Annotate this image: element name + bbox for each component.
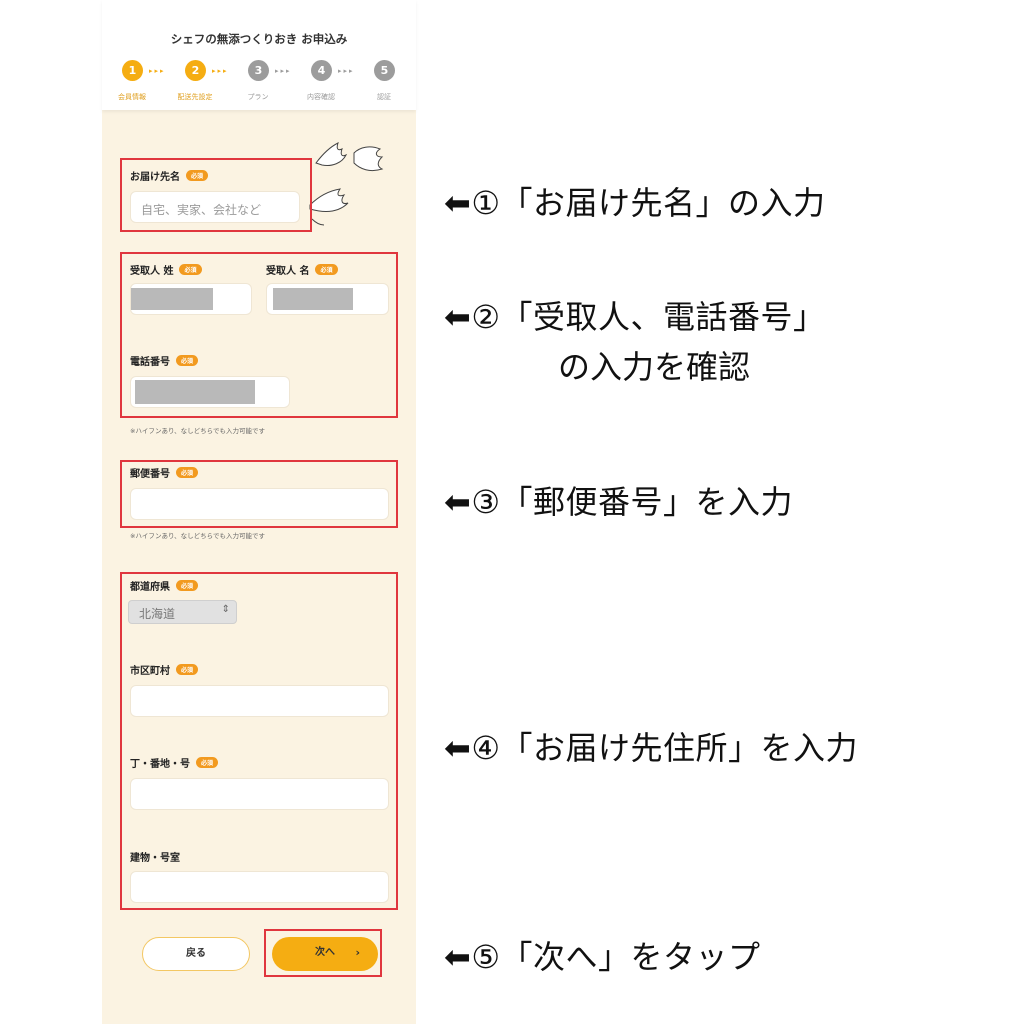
step-3-indicator: 3 [248,60,269,81]
highlight-box-1 [120,158,312,232]
step-2-indicator: 2 [185,60,206,81]
highlight-box-5 [264,929,382,977]
step-arrows: ▸▸▸ [149,67,166,75]
annotation-2: ⬅②「受取人、電話番号」 [444,298,826,336]
step-1-indicator: 1 [122,60,143,81]
annotation-5: ⬅⑤「次へ」をタップ [444,938,761,976]
step-arrows: ▸▸▸ [275,67,292,75]
header: シェフの無添つくりおき お申込み 1 ▸▸▸ 2 ▸▸▸ 3 ▸▸▸ 4 ▸▸▸… [102,0,416,110]
page-title: シェフの無添つくりおき お申込み [170,32,348,46]
step-1-label: 会員情報 [118,93,146,101]
back-button[interactable]: 戻る [142,937,250,971]
annotation-4: ⬅④「お届け先住所」を入力 [444,729,859,767]
highlight-box-2 [120,252,398,418]
step-5-label: 認証 [377,93,391,101]
phone-note: ※ハイフンあり、なしどちらでも入力可能です [130,427,265,435]
annotation-1: ⬅①「お届け先名」の入力 [444,184,826,222]
step-3-label: プラン [247,93,269,101]
step-5-indicator: 5 [374,60,395,81]
step-arrows: ▸▸▸ [338,67,355,75]
annotation-2-line2: の入力を確認 [558,348,751,386]
step-4-label: 内容確認 [307,93,335,101]
annotation-3: ⬅③「郵便番号」を入力 [444,483,794,521]
highlight-box-4 [120,572,398,910]
step-arrows: ▸▸▸ [212,67,229,75]
highlight-box-3 [120,460,398,528]
wing-illustration [309,142,384,226]
step-4-indicator: 4 [311,60,332,81]
postal-note: ※ハイフンあり、なしどちらでも入力可能です [130,532,265,540]
step-2-label: 配送先設定 [177,93,213,101]
